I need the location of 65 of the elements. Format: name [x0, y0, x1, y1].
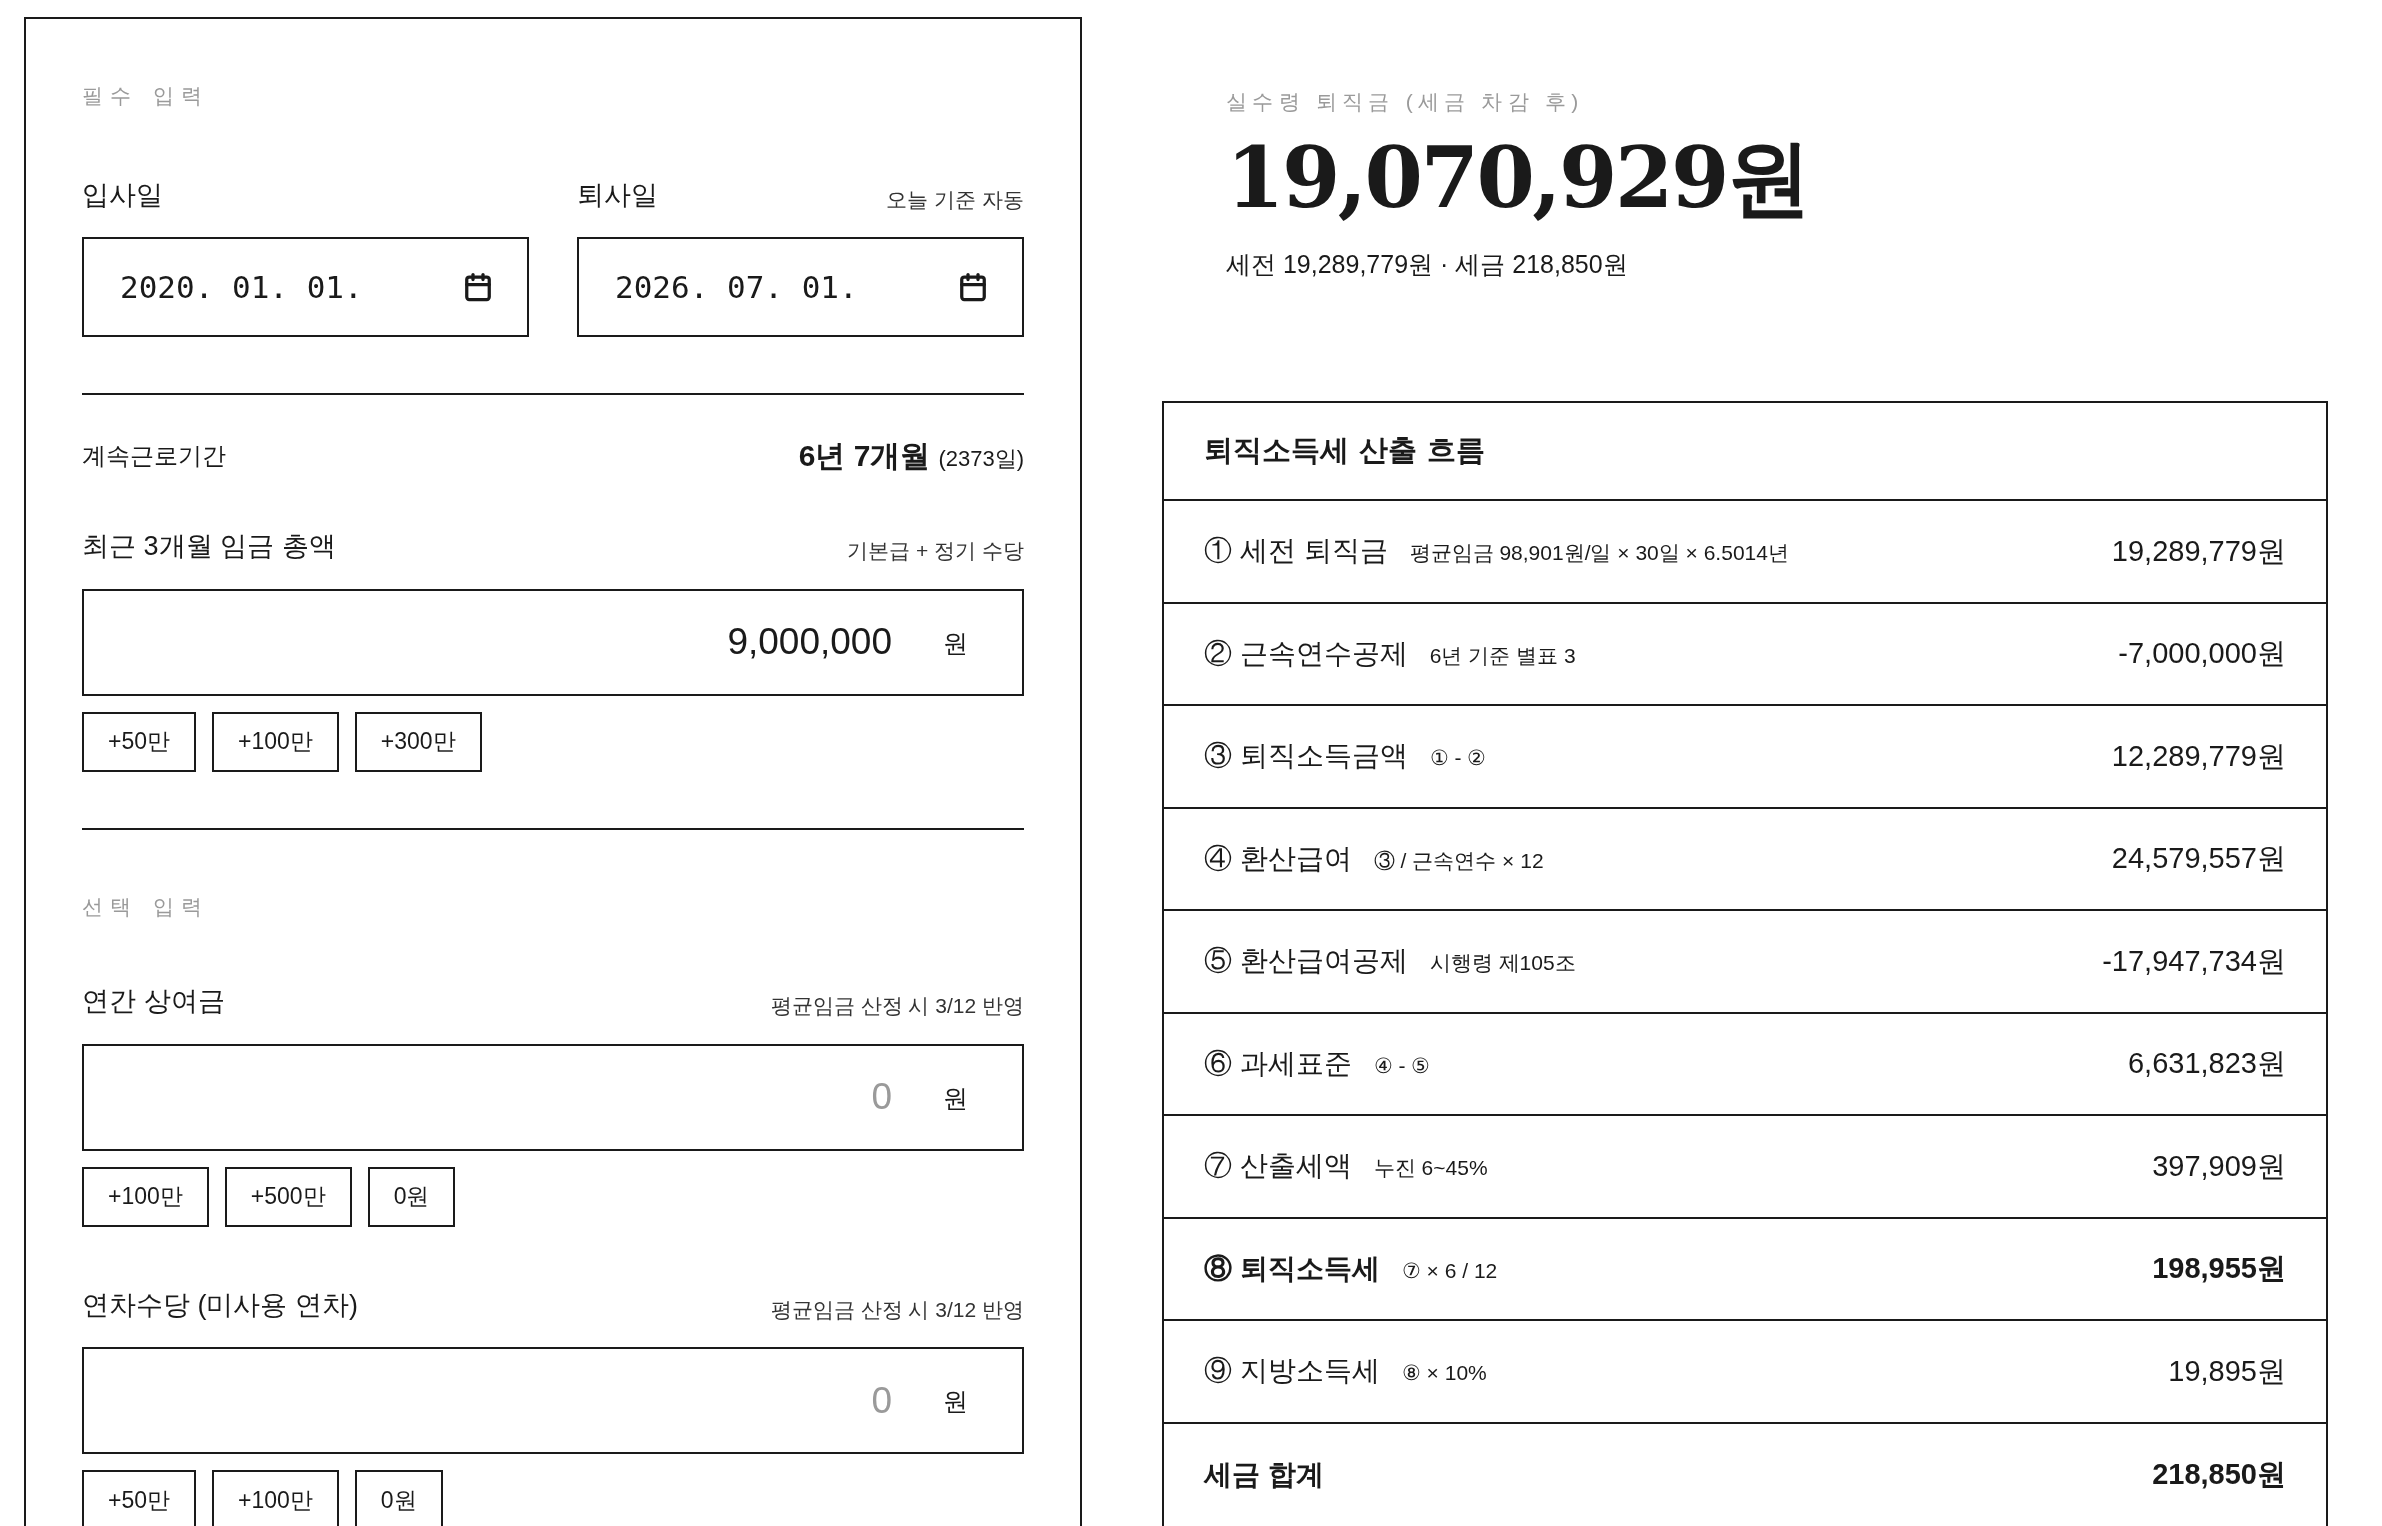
- step-note: ③ / 근속연수 × 12: [1373, 847, 1544, 874]
- step-label: ⑥ 과세표준: [1204, 1046, 1352, 1081]
- result-caption: 실수령 퇴직금 (세금 차감 후): [1226, 89, 1585, 115]
- field-hint: 평균임금 산정 시 3/12 반영: [770, 1296, 1024, 1323]
- net-amount: 19,070,929원: [1226, 135, 1810, 220]
- field-hint: 오늘 기준 자동: [886, 186, 1024, 213]
- preset-button[interactable]: +100만: [212, 711, 339, 772]
- preset-button[interactable]: +50만: [82, 1470, 196, 1526]
- calendar-icon[interactable]: [463, 272, 493, 302]
- step-note: 시행령 제105조: [1429, 950, 1576, 977]
- step-value: 397,909원: [2152, 1148, 2286, 1184]
- date-value: 2026. 07. 01.: [615, 267, 858, 307]
- preset-button[interactable]: +500만: [224, 1166, 352, 1227]
- tenure-value: 6년 7개월: [798, 438, 931, 474]
- step-label: ⑧ 퇴직소득세: [1204, 1251, 1380, 1286]
- preset-button[interactable]: +300만: [354, 711, 482, 772]
- tenure-days: (2373일): [938, 442, 1024, 475]
- step-note: 누진 6~45%: [1373, 1155, 1488, 1182]
- result-summary: 세전 19,289,779원 · 세금 218,850원: [1226, 248, 1629, 280]
- step-value: 24,579,557원: [2111, 841, 2286, 876]
- field-label: 입사일: [82, 178, 163, 212]
- step-note: ④ - ⑤: [1373, 1052, 1431, 1079]
- preset-button[interactable]: 0원: [354, 1470, 443, 1526]
- step-label: ② 근속연수공제: [1204, 636, 1408, 671]
- step-note: 6년 기준 별표 3: [1429, 642, 1576, 669]
- step-value: -7,000,000원: [2118, 636, 2286, 671]
- section-heading: 필수 입력: [82, 83, 210, 110]
- field-label: 퇴사일: [577, 178, 658, 212]
- total-value: 218,850원: [2152, 1456, 2286, 1492]
- section-heading: 선택 입력: [82, 893, 211, 921]
- step-label: ⑨ 지방소득세: [1204, 1354, 1380, 1389]
- field-hint: 평균임금 산정 시 3/12 반영: [770, 993, 1024, 1019]
- preset-button[interactable]: +100만: [212, 1470, 339, 1526]
- step-note: ⑦ × 6 / 12: [1401, 1257, 1498, 1284]
- step-value: 6,631,823원: [2128, 1046, 2286, 1081]
- step-value: 12,289,779원: [2111, 738, 2286, 774]
- step-label: ③ 퇴직소득금액: [1204, 739, 1408, 774]
- preset-button[interactable]: +100만: [82, 1166, 209, 1227]
- step-label: ④ 환산급여: [1204, 841, 1352, 876]
- tenure-label: 계속근로기간: [82, 440, 226, 471]
- step-note: 평균임금 98,901원/일 × 30일 × 6.5014년: [1409, 540, 1789, 567]
- field-label: 연간 상여금: [82, 985, 225, 1018]
- date-field[interactable]: 2020. 01. 01.: [82, 237, 529, 337]
- calendar-icon[interactable]: [958, 272, 988, 302]
- step-value: 198,955원: [2152, 1251, 2286, 1286]
- step-value: 19,895원: [2168, 1353, 2286, 1389]
- field-label: 연차수당 (미사용 연차): [82, 1288, 358, 1322]
- date-field[interactable]: 2026. 07. 01.: [577, 237, 1024, 337]
- step-value: 19,289,779원: [2111, 533, 2286, 569]
- unit-label: 원: [943, 1386, 968, 1417]
- preset-button[interactable]: 0원: [367, 1166, 456, 1227]
- unit-label: 원: [943, 627, 968, 659]
- step-label: ① 세전 퇴직금: [1204, 534, 1388, 569]
- step-label: ⑤ 환산급여공제: [1204, 944, 1408, 979]
- preset-button[interactable]: +50만: [82, 711, 196, 772]
- field-hint: 기본급 + 정기 수당: [847, 538, 1024, 564]
- total-label: 세금 합계: [1204, 1457, 1324, 1492]
- step-label: ⑦ 산출세액: [1204, 1149, 1352, 1184]
- unit-label: 원: [943, 1082, 968, 1114]
- step-note: ① - ②: [1429, 745, 1487, 772]
- field-label: 최근 3개월 임금 총액: [82, 530, 336, 563]
- step-note: ⑧ × 10%: [1401, 1360, 1487, 1387]
- table-title: 퇴직소득세 산출 흐름: [1204, 432, 1486, 470]
- date-value: 2020. 01. 01.: [120, 267, 363, 307]
- step-value: -17,947,734원: [2102, 943, 2286, 979]
